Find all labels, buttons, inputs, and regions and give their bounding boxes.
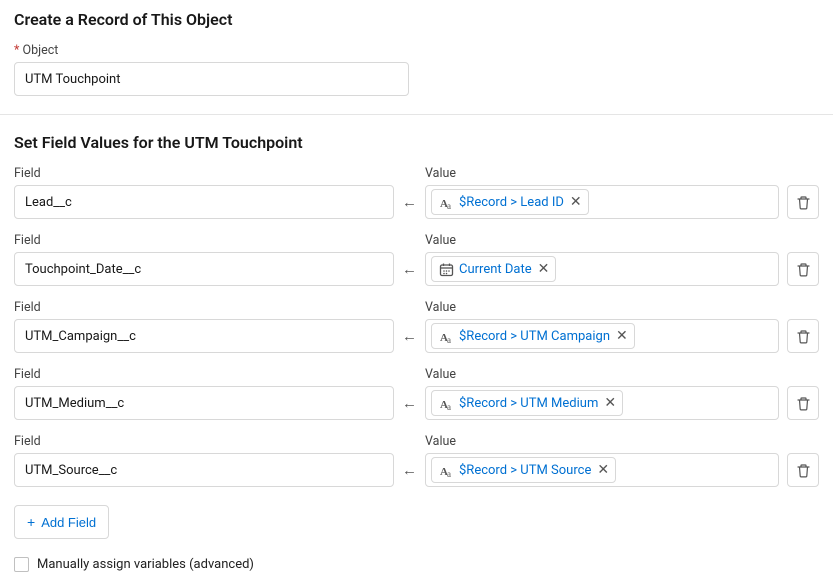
remove-pill-icon[interactable]: ✕ — [616, 329, 628, 343]
value-pill-text: $Record > UTM Campaign — [459, 329, 610, 344]
remove-pill-icon[interactable]: ✕ — [570, 195, 582, 209]
value-pill-text: $Record > UTM Medium — [459, 396, 598, 411]
value-label: Value — [425, 434, 779, 449]
value-pill[interactable]: Current Date ✕ — [431, 256, 556, 282]
field-mapping-row: Field UTM_Medium__c ← Value $Record > UTM Me… — [14, 367, 819, 420]
value-input[interactable]: $Record > UTM Campaign ✕ — [425, 319, 779, 353]
remove-pill-icon[interactable]: ✕ — [604, 396, 616, 410]
field-input[interactable]: Lead__c — [14, 185, 394, 219]
section-title-set-fields: Set Field Values for the UTM Touchpoint — [14, 133, 819, 152]
value-pill[interactable]: $Record > UTM Campaign ✕ — [431, 323, 635, 349]
text-type-icon — [437, 327, 455, 345]
field-input[interactable]: UTM_Source__c — [14, 453, 394, 487]
object-input-value: UTM Touchpoint — [25, 72, 121, 87]
field-mapping-row: Field Touchpoint_Date__c ← Value Current Dat… — [14, 233, 819, 286]
value-pill-text: $Record > Lead ID — [459, 195, 564, 210]
field-label: Field — [14, 233, 394, 248]
field-mapping-row: Field UTM_Source__c ← Value $Record > UTM So… — [14, 434, 819, 487]
delete-row-button[interactable] — [787, 252, 819, 286]
value-label: Value — [425, 300, 779, 315]
value-label: Value — [425, 367, 779, 382]
delete-row-button[interactable] — [787, 453, 819, 487]
arrow-left-icon: ← — [402, 185, 417, 219]
text-type-icon — [437, 394, 455, 412]
value-input[interactable]: $Record > Lead ID ✕ — [425, 185, 779, 219]
field-input-value: UTM_Medium__c — [25, 396, 124, 411]
field-label: Field — [14, 300, 394, 315]
field-mapping-row: Field Lead__c ← Value $Record > Lead ID ✕ — [14, 166, 819, 219]
required-star-icon: * — [14, 43, 19, 58]
object-label-text: Object — [23, 43, 59, 58]
field-input[interactable]: UTM_Campaign__c — [14, 319, 394, 353]
text-type-icon — [437, 461, 455, 479]
section-title-create-record: Create a Record of This Object — [14, 10, 819, 29]
field-input-value: Lead__c — [25, 195, 72, 210]
object-input[interactable]: UTM Touchpoint — [14, 62, 409, 96]
manually-assign-checkbox[interactable] — [14, 557, 29, 572]
value-pill[interactable]: $Record > UTM Medium ✕ — [431, 390, 623, 416]
field-input-value: Touchpoint_Date__c — [25, 262, 141, 277]
value-pill-text: $Record > UTM Source — [459, 463, 591, 478]
add-field-label: Add Field — [41, 515, 96, 530]
text-type-icon — [437, 193, 455, 211]
field-label: Field — [14, 367, 394, 382]
value-label: Value — [425, 166, 779, 181]
arrow-left-icon: ← — [402, 319, 417, 353]
calendar-icon — [437, 260, 455, 278]
delete-row-button[interactable] — [787, 319, 819, 353]
field-label: Field — [14, 166, 394, 181]
section-divider — [0, 114, 833, 115]
object-label: * Object — [14, 43, 819, 58]
value-input[interactable]: $Record > UTM Source ✕ — [425, 453, 779, 487]
arrow-left-icon: ← — [402, 453, 417, 487]
delete-row-button[interactable] — [787, 386, 819, 420]
field-input-value: UTM_Campaign__c — [25, 329, 136, 344]
remove-pill-icon[interactable]: ✕ — [597, 463, 609, 477]
field-mapping-row: Field UTM_Campaign__c ← Value $Record > UTM … — [14, 300, 819, 353]
plus-icon: + — [27, 514, 35, 530]
value-pill-text: Current Date — [459, 262, 532, 277]
field-label: Field — [14, 434, 394, 449]
add-field-button[interactable]: + Add Field — [14, 505, 109, 539]
delete-row-button[interactable] — [787, 185, 819, 219]
value-input[interactable]: $Record > UTM Medium ✕ — [425, 386, 779, 420]
value-pill[interactable]: $Record > Lead ID ✕ — [431, 189, 589, 215]
field-input[interactable]: Touchpoint_Date__c — [14, 252, 394, 286]
manually-assign-label: Manually assign variables (advanced) — [37, 557, 254, 572]
arrow-left-icon: ← — [402, 386, 417, 420]
remove-pill-icon[interactable]: ✕ — [538, 262, 550, 276]
arrow-left-icon: ← — [402, 252, 417, 286]
value-label: Value — [425, 233, 779, 248]
field-input[interactable]: UTM_Medium__c — [14, 386, 394, 420]
field-input-value: UTM_Source__c — [25, 463, 117, 478]
value-pill[interactable]: $Record > UTM Source ✕ — [431, 457, 616, 483]
value-input[interactable]: Current Date ✕ — [425, 252, 779, 286]
